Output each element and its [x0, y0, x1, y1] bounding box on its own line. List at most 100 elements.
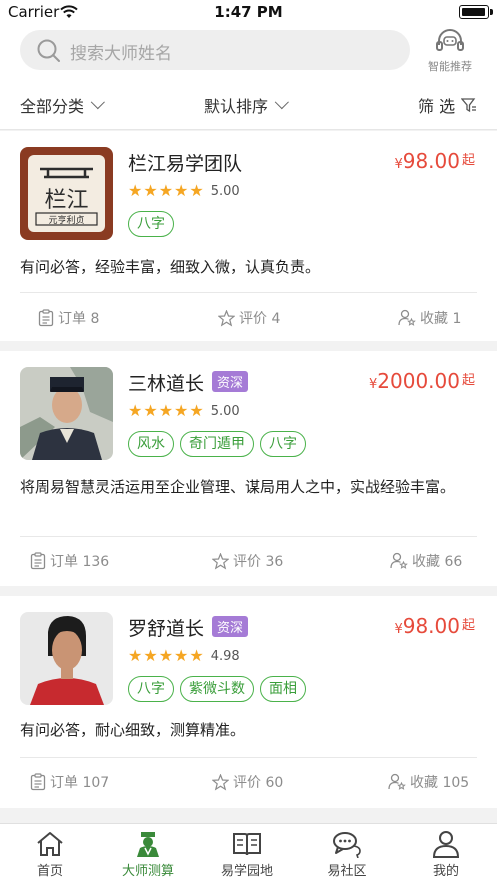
tab-learning[interactable]: 易学园地	[207, 830, 287, 879]
category-dropdown[interactable]: 全部分类	[20, 93, 105, 117]
tag-list: 八字 紫微斗数 面相	[128, 676, 312, 702]
tab-home[interactable]: 首页	[10, 830, 90, 879]
tag[interactable]: 八字	[128, 676, 174, 702]
tag[interactable]: 八字	[260, 431, 306, 457]
battery-icon	[459, 5, 493, 19]
divider	[20, 536, 477, 537]
star-icon: ★	[158, 646, 174, 665]
master-card[interactable]: 罗舒道长 资深 ¥98.00 起 ★ ★ ★ ★ ★ 4.98 八字 紫微斗数 面相 有问必…	[0, 596, 497, 808]
rating-score: 5.00	[210, 183, 240, 199]
price: ¥98.00 起	[394, 149, 475, 173]
master-card[interactable]: 三林道长 资深 ¥2000.00 起 ★ ★ ★ ★ ★ 5.00 风水 奇门遁甲 八字 将…	[0, 351, 497, 586]
master-name: 罗舒道长 资深	[128, 614, 249, 641]
search-input[interactable]: 搜索大师姓名	[20, 30, 410, 70]
person-icon	[432, 831, 460, 858]
search-icon	[36, 38, 62, 68]
star-icon: ★	[128, 401, 143, 420]
orders-stat: 订单 8	[38, 308, 99, 328]
orders-label: 订单 107	[50, 775, 110, 791]
favorites-stat[interactable]: 收藏 1	[398, 308, 461, 328]
tab-community[interactable]: 易社区	[307, 830, 387, 879]
category-label: 全部分类	[20, 97, 85, 116]
search-placeholder: 搜索大师姓名	[70, 44, 172, 64]
tab-master[interactable]: 大师测算	[108, 830, 188, 879]
clipboard-icon	[38, 309, 54, 327]
review-badge-icon	[212, 552, 229, 570]
star-icon: ★	[158, 401, 174, 420]
senior-badge: 资深	[212, 616, 249, 637]
star-icon: ★	[189, 646, 204, 665]
master-icon	[137, 832, 159, 857]
clock: 1:47 PM	[214, 3, 283, 21]
divider	[20, 757, 477, 758]
tag[interactable]: 八字	[128, 211, 174, 237]
filter-button[interactable]: 筛 选	[418, 93, 477, 117]
user-star-icon	[390, 552, 408, 569]
star-icon: ★	[158, 181, 174, 200]
search-header: 搜索大师姓名 智能推荐	[0, 26, 497, 80]
filter-label: 筛 选	[418, 97, 456, 116]
master-name: 三林道长 资深	[128, 369, 249, 396]
orders-stat: 订单 107	[30, 772, 109, 792]
master-name: 栏江易学团队	[128, 153, 243, 175]
senior-badge: 资深	[212, 371, 249, 392]
tag-list: 八字	[128, 211, 180, 237]
smart-recommend-button[interactable]: 智能推荐	[420, 26, 480, 76]
favorites-stat[interactable]: 收藏 66	[390, 551, 462, 571]
rating: ★ ★ ★ ★ ★ 4.98	[128, 648, 240, 664]
reviews-label: 评价 36	[233, 554, 284, 570]
reviews-stat: 评价 60	[212, 772, 283, 792]
tag-list: 风水 奇门遁甲 八字	[128, 431, 312, 457]
favorites-label: 收藏 1	[420, 311, 462, 327]
rating: ★ ★ ★ ★ ★ 5.00	[128, 403, 240, 419]
svg-text:元亨利贞: 元亨利贞	[48, 214, 84, 226]
tab-label: 易社区	[327, 864, 367, 879]
master-description: 有问必答，经验丰富，细致入微，认真负责。	[20, 258, 321, 276]
book-icon	[233, 833, 261, 856]
master-description: 有问必答，耐心细致，测算精准。	[20, 721, 246, 739]
favorites-label: 收藏 66	[412, 554, 463, 570]
star-icon: ★	[174, 646, 189, 665]
home-icon	[37, 832, 63, 856]
master-list-screen: Carrier 1:47 PM 搜索大师姓名 智能推荐 全部分类 默认排序 筛 …	[0, 0, 497, 883]
smart-recommend-label: 智能推荐	[428, 60, 472, 73]
tab-label: 首页	[36, 864, 63, 879]
price: ¥2000.00 起	[368, 369, 475, 393]
tab-label: 易学园地	[220, 864, 273, 879]
favorites-label: 收藏 105	[410, 775, 470, 791]
headset-robot-icon	[436, 29, 464, 51]
star-icon: ★	[174, 401, 189, 420]
sort-dropdown[interactable]: 默认排序	[204, 93, 289, 117]
tag[interactable]: 奇门遁甲	[180, 431, 254, 457]
star-icon: ★	[143, 646, 158, 665]
tab-bar: 首页 大师测算 易学园地 易社区 我的	[0, 823, 497, 883]
tag[interactable]: 面相	[260, 676, 306, 702]
orders-label: 订单 8	[58, 311, 100, 327]
review-badge-icon	[212, 773, 229, 791]
review-badge-icon	[218, 309, 235, 327]
sort-label: 默认排序	[204, 97, 269, 116]
status-bar: Carrier 1:47 PM	[0, 0, 497, 26]
rating-score: 4.98	[210, 648, 240, 664]
divider	[20, 292, 477, 293]
master-photo	[20, 612, 113, 705]
chevron-down-icon	[274, 95, 289, 110]
star-icon: ★	[128, 181, 143, 200]
user-star-icon	[398, 309, 416, 326]
reviews-stat: 评价 4	[218, 308, 280, 328]
tab-label: 我的	[432, 864, 459, 879]
user-star-icon	[388, 773, 406, 790]
svg-text:栏江: 栏江	[44, 188, 88, 213]
master-description: 将周易智慧灵活运用至企业管理、谋局用人之中，实战经验丰富。	[20, 478, 456, 496]
price: ¥98.00 起	[394, 614, 475, 638]
tag[interactable]: 风水	[128, 431, 174, 457]
tag[interactable]: 紫微斗数	[180, 676, 254, 702]
reviews-label: 评价 60	[233, 775, 284, 791]
star-icon: ★	[128, 646, 143, 665]
rating: ★ ★ ★ ★ ★ 5.00	[128, 183, 240, 199]
favorites-stat[interactable]: 收藏 105	[388, 772, 469, 792]
tab-profile[interactable]: 我的	[406, 830, 486, 879]
clipboard-icon	[30, 552, 46, 570]
filter-bar: 全部分类 默认排序 筛 选	[0, 80, 497, 130]
master-card[interactable]: 栏江 元亨利贞 栏江易学团队 ¥98.00 起 ★ ★ ★ ★ ★ 5.00 八字 有问必…	[0, 131, 497, 341]
